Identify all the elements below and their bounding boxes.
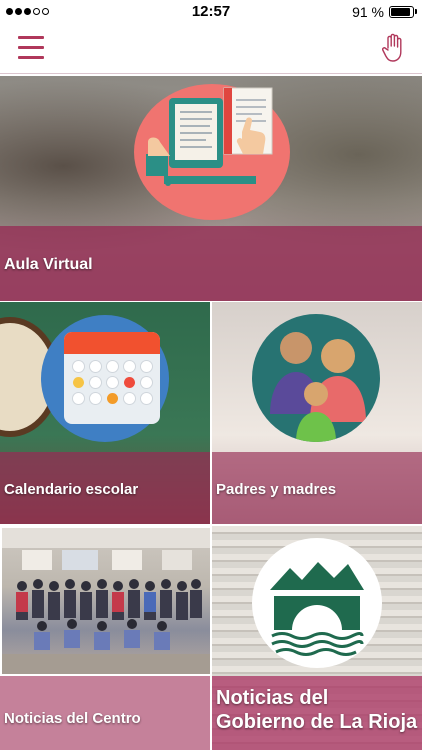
menu-grid: Aula Virtual Calendario escolar Padres y…: [0, 76, 422, 750]
tile-label: Aula Virtual: [4, 256, 93, 273]
group-photo: [2, 528, 210, 674]
tile-calendario-escolar[interactable]: Calendario escolar: [0, 302, 210, 524]
tile-noticias-gobierno-la-rioja[interactable]: Noticias del Gobierno de La Rioja: [212, 526, 422, 750]
tile-label: Calendario escolar: [4, 481, 139, 498]
battery-icon: [389, 6, 414, 18]
calendar-icon: [64, 332, 160, 424]
tile-label: Noticias del Gobierno de La Rioja: [216, 687, 418, 733]
status-bar: 12:57 91 %: [0, 0, 422, 24]
family-icon: [252, 314, 380, 442]
battery-percent: 91 %: [352, 4, 384, 20]
hamburger-menu-icon[interactable]: [18, 36, 44, 60]
tile-label: Padres y madres: [216, 481, 337, 498]
bridge-mountains-icon: [252, 538, 382, 668]
tile-aula-virtual[interactable]: Aula Virtual: [0, 76, 422, 301]
tablet-document-icon: [134, 84, 290, 220]
tile-noticias-del-centro[interactable]: Noticias del Centro: [0, 526, 210, 750]
raised-hand-icon[interactable]: [382, 33, 404, 63]
app-header: [0, 24, 422, 74]
tile-padres-y-madres[interactable]: Padres y madres: [212, 302, 422, 524]
tile-label: Noticias del Centro: [4, 710, 141, 727]
